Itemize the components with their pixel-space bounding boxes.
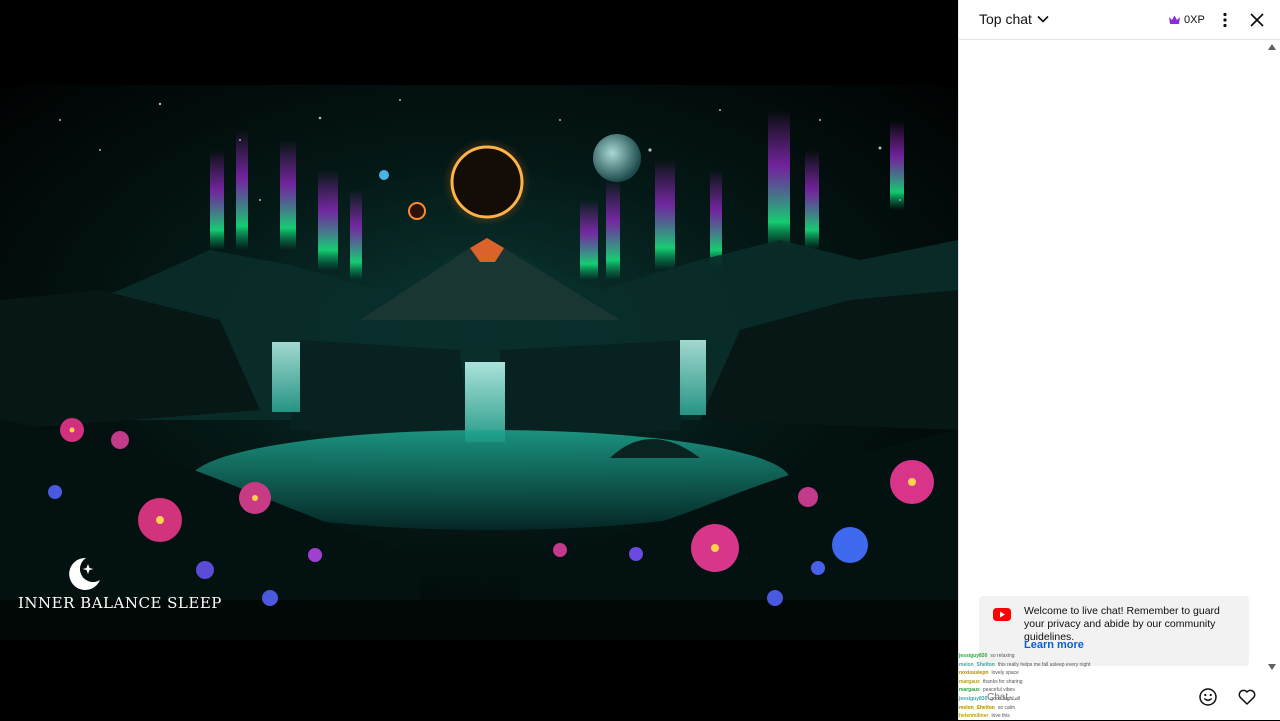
scroll-down-arrow[interactable] (1268, 664, 1276, 670)
video-player[interactable]: INNER BALANCE SLEEP (0, 0, 958, 720)
xp-badge[interactable]: 0XP (1162, 9, 1211, 31)
chat-mode-dropdown[interactable]: Top chat (979, 11, 1050, 27)
chat-message-author[interactable]: melon_Shelton (959, 705, 995, 711)
chat-message: noxiouslepn lovely space (959, 669, 1159, 678)
chat-message-text: so calm (997, 704, 1016, 711)
chat-message-author[interactable]: jessiguy830 (959, 653, 987, 659)
emoji-icon[interactable] (1197, 686, 1219, 708)
chat-input[interactable] (987, 690, 1047, 704)
chat-message: jessiguy830 so relaxing (959, 652, 1159, 661)
youtube-logo-icon (993, 608, 1011, 621)
watermark-text: INNER BALANCE SLEEP (18, 594, 222, 612)
chat-message-author[interactable]: melon_Shelton (959, 662, 995, 668)
chat-message-text: this really helps me fall asleep every n… (997, 661, 1091, 668)
chat-message-author[interactable]: margaux (959, 679, 980, 685)
chat-message: melon_Shelton so calm (959, 704, 1159, 713)
close-chat-button[interactable] (1245, 8, 1269, 32)
chat-messages-list: jessiguy830 so relaxing melon_Shelton this … (959, 652, 1159, 721)
chat-message-text: so relaxing (990, 653, 1015, 659)
chat-message-author[interactable]: helenmillner (959, 713, 988, 719)
chat-header: Top chat 0XP (959, 0, 1280, 40)
chat-message: helenmillner love this (959, 712, 1159, 721)
scroll-up-arrow[interactable] (1268, 44, 1276, 50)
more-options-button[interactable] (1213, 8, 1237, 32)
xp-label: 0XP (1184, 14, 1205, 26)
chat-message-author[interactable]: jessiguy830 (959, 696, 987, 702)
learn-more-link[interactable]: Learn more (1024, 639, 1084, 651)
close-icon (1250, 13, 1264, 27)
channel-watermark: INNER BALANCE SLEEP (18, 556, 221, 616)
chat-message: margaux thanks for sharing (959, 678, 1159, 687)
chevron-down-icon (1037, 15, 1049, 23)
chat-message-author[interactable]: noxiouslepn (959, 670, 988, 676)
chat-message-text: lovely space (991, 670, 1019, 677)
moon-logo-icon (69, 557, 100, 590)
live-chat-panel: Top chat 0XP Welcome to live chat! Remem… (958, 0, 1280, 720)
crown-icon (1169, 15, 1180, 24)
chat-message-author[interactable]: margaux (959, 687, 980, 693)
chat-mode-label: Top chat (979, 11, 1032, 27)
heart-icon[interactable] (1236, 686, 1258, 708)
chat-message-text: love this (991, 713, 1010, 720)
more-vert-icon (1223, 12, 1227, 28)
chat-message-text: thanks for sharing (982, 678, 1023, 685)
chat-message: melon_Shelton this really helps me fall a… (959, 661, 1159, 670)
